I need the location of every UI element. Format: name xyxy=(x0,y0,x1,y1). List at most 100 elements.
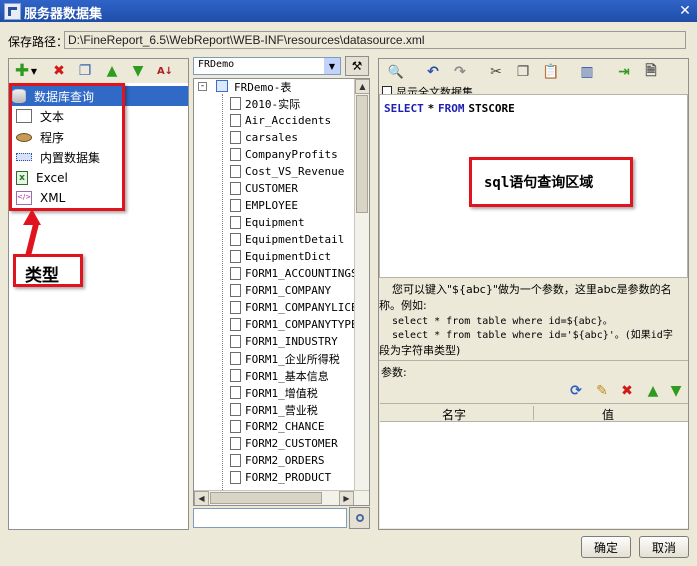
tree-guide-line xyxy=(222,94,223,504)
annotation-arrow-icon xyxy=(23,209,41,225)
scroll-thumb[interactable] xyxy=(356,95,368,213)
copy-text-icon[interactable]: ❐ xyxy=(513,62,533,82)
sql-toolbar: 🔍 ↶ ↷ ✂ ❐ 📋 ▥ ⇥ 🗎 xyxy=(379,59,688,85)
delete-icon[interactable]: ✖ xyxy=(49,61,69,81)
undo-icon[interactable]: ↶ xyxy=(423,62,443,82)
tree-table-item[interactable]: FORM2_PRODUCT xyxy=(230,469,331,486)
columns-icon[interactable]: ▥ xyxy=(577,62,597,82)
param-hint-line2: 称。例如: xyxy=(379,299,427,312)
connection-select-value: FRDemo xyxy=(198,59,235,70)
tree-table-item[interactable]: EquipmentDict xyxy=(230,248,331,265)
app-icon xyxy=(4,3,21,20)
tree-table-item[interactable]: FORM2_ORDERS xyxy=(230,452,324,469)
tree-table-label: Air_Accidents xyxy=(245,114,332,127)
tree-table-item[interactable]: EquipmentDetail xyxy=(230,231,344,248)
tree-table-item[interactable]: carsales xyxy=(230,129,298,146)
tree-table-item[interactable]: FORM1_基本信息 xyxy=(230,367,329,384)
sql-table-name: STSCORE xyxy=(468,102,515,115)
param-up-icon[interactable]: ▲ xyxy=(643,381,663,401)
table-file-icon xyxy=(230,335,241,348)
table-file-icon xyxy=(230,403,241,416)
tree-table-label: Cost_VS_Revenue xyxy=(245,165,345,178)
sql-annotation-label: sql语句查询区域 xyxy=(484,175,594,191)
tree-collapse-icon[interactable]: - xyxy=(198,82,207,91)
cancel-button[interactable]: 取消 xyxy=(639,536,689,558)
scroll-left-icon[interactable]: ◀ xyxy=(194,491,209,505)
tree-table-item[interactable]: FORM1_ACCOUNTINGS xyxy=(230,265,358,282)
procedure-icon[interactable]: ⇥ xyxy=(614,62,634,82)
tree-table-item[interactable]: Air_Accidents xyxy=(230,112,331,129)
tree-table-item[interactable]: FORM2_CHANCE xyxy=(230,418,324,435)
col-header-name[interactable]: 名字 xyxy=(442,406,466,423)
tree-table-item[interactable]: 2010-实际 xyxy=(230,95,300,112)
copy-icon[interactable]: ❐ xyxy=(75,61,95,81)
table-search-button[interactable] xyxy=(349,507,370,529)
tree-table-item[interactable]: CompanyProfits xyxy=(230,146,338,163)
table-file-icon xyxy=(230,437,241,450)
type-annotation-box xyxy=(9,83,125,211)
table-search-input[interactable] xyxy=(193,508,347,528)
col-header-value[interactable]: 值 xyxy=(602,406,614,423)
refresh-icon[interactable]: ⟳ xyxy=(566,381,586,401)
scroll-right-icon[interactable]: ▶ xyxy=(339,491,354,505)
tree-table-label: FORM2_ORDERS xyxy=(245,454,325,467)
tree-table-item[interactable]: FORM1_COMPANYLICEI xyxy=(230,299,364,316)
tree-table-label: 2010-实际 xyxy=(245,97,301,111)
dropdown-arrow-icon[interactable]: ▼ xyxy=(29,61,39,81)
params-toolbar: ⟳ ✎ ✖ ▲ ▼ xyxy=(560,380,688,402)
type-annotation-label: 类型 xyxy=(25,266,59,286)
preview-icon[interactable]: 🔍 xyxy=(386,62,406,82)
tree-table-item[interactable]: CUSTOMER xyxy=(230,180,298,197)
table-file-icon xyxy=(230,471,241,484)
chevron-down-icon[interactable]: ▼ xyxy=(324,58,340,74)
tree-table-label: FORM1_ACCOUNTINGS xyxy=(245,267,358,280)
param-down-icon[interactable]: ▼ xyxy=(666,381,686,401)
close-icon[interactable]: ✕ xyxy=(677,3,693,19)
tree-table-label: FORM1_COMPANYLICEI xyxy=(245,301,365,314)
cut-icon[interactable]: ✂ xyxy=(486,62,506,82)
redo-icon[interactable]: ↷ xyxy=(450,62,470,82)
tree-table-label: EquipmentDetail xyxy=(245,233,345,246)
tree-table-item[interactable]: FORM1_COMPANY xyxy=(230,282,331,299)
table-file-icon xyxy=(230,284,241,297)
tree-table-item[interactable]: FORM1_营业税 xyxy=(230,401,318,418)
table-file-icon xyxy=(230,420,241,433)
tree-table-label: FORM1_企业所得税 xyxy=(245,352,340,366)
param-delete-icon[interactable]: ✖ xyxy=(617,381,637,401)
tree-table-label: FORM2_CHANCE xyxy=(245,420,325,433)
tree-table-item[interactable]: FORM1_企业所得税 xyxy=(230,350,340,367)
param-hint-line4: select * from table where id='${abc}'。(如… xyxy=(392,330,673,341)
tree-hscrollbar[interactable]: ◀ ▶ xyxy=(194,490,369,505)
hscroll-thumb[interactable] xyxy=(210,492,322,504)
tree-table-item[interactable]: Cost_VS_Revenue xyxy=(230,163,344,180)
edit-icon[interactable]: ✎ xyxy=(592,381,612,401)
document-icon[interactable]: 🗎 xyxy=(641,62,661,82)
tree-table-item[interactable]: FORM1_COMPANYTYPE xyxy=(230,316,358,333)
tree-table-item[interactable]: EMPLOYEE xyxy=(230,197,298,214)
table-file-icon xyxy=(230,267,241,280)
paste-icon[interactable]: 📋 xyxy=(541,62,561,82)
sort-az-icon[interactable]: A↓ xyxy=(155,61,175,81)
ok-button[interactable]: 确定 xyxy=(581,536,631,558)
wrench-icon: ⚒ xyxy=(351,59,363,73)
tree-table-label: carsales xyxy=(245,131,298,144)
connection-select[interactable]: FRDemo ▼ xyxy=(193,57,341,75)
tree-table-label: FORM2_PRODUCT xyxy=(245,471,332,484)
sql-keyword-select: SELECT xyxy=(384,102,424,115)
move-down-icon[interactable]: ▼ xyxy=(128,61,148,81)
table-file-icon xyxy=(230,352,241,365)
save-path-row: 保存路径： D:\FineReport_6.5\WebReport\WEB-IN… xyxy=(0,28,697,52)
move-up-icon[interactable]: ▲ xyxy=(102,61,122,81)
tree-table-item[interactable]: Equipment xyxy=(230,214,305,231)
params-label: 参数: xyxy=(381,366,407,379)
tree-scrollbar[interactable]: ▲ xyxy=(354,79,369,491)
table-file-icon xyxy=(230,386,241,399)
connection-settings-button[interactable]: ⚒ xyxy=(345,56,369,76)
scroll-up-icon[interactable]: ▲ xyxy=(355,79,369,94)
hint-divider xyxy=(379,360,688,361)
tree-table-item[interactable]: FORM1_INDUSTRY xyxy=(230,333,338,350)
table-file-icon xyxy=(230,182,241,195)
tree-table-item[interactable]: FORM1_增值税 xyxy=(230,384,318,401)
tree-table-item[interactable]: FORM2_CUSTOMER xyxy=(230,435,338,452)
tree-table-label: FORM1_INDUSTRY xyxy=(245,335,338,348)
